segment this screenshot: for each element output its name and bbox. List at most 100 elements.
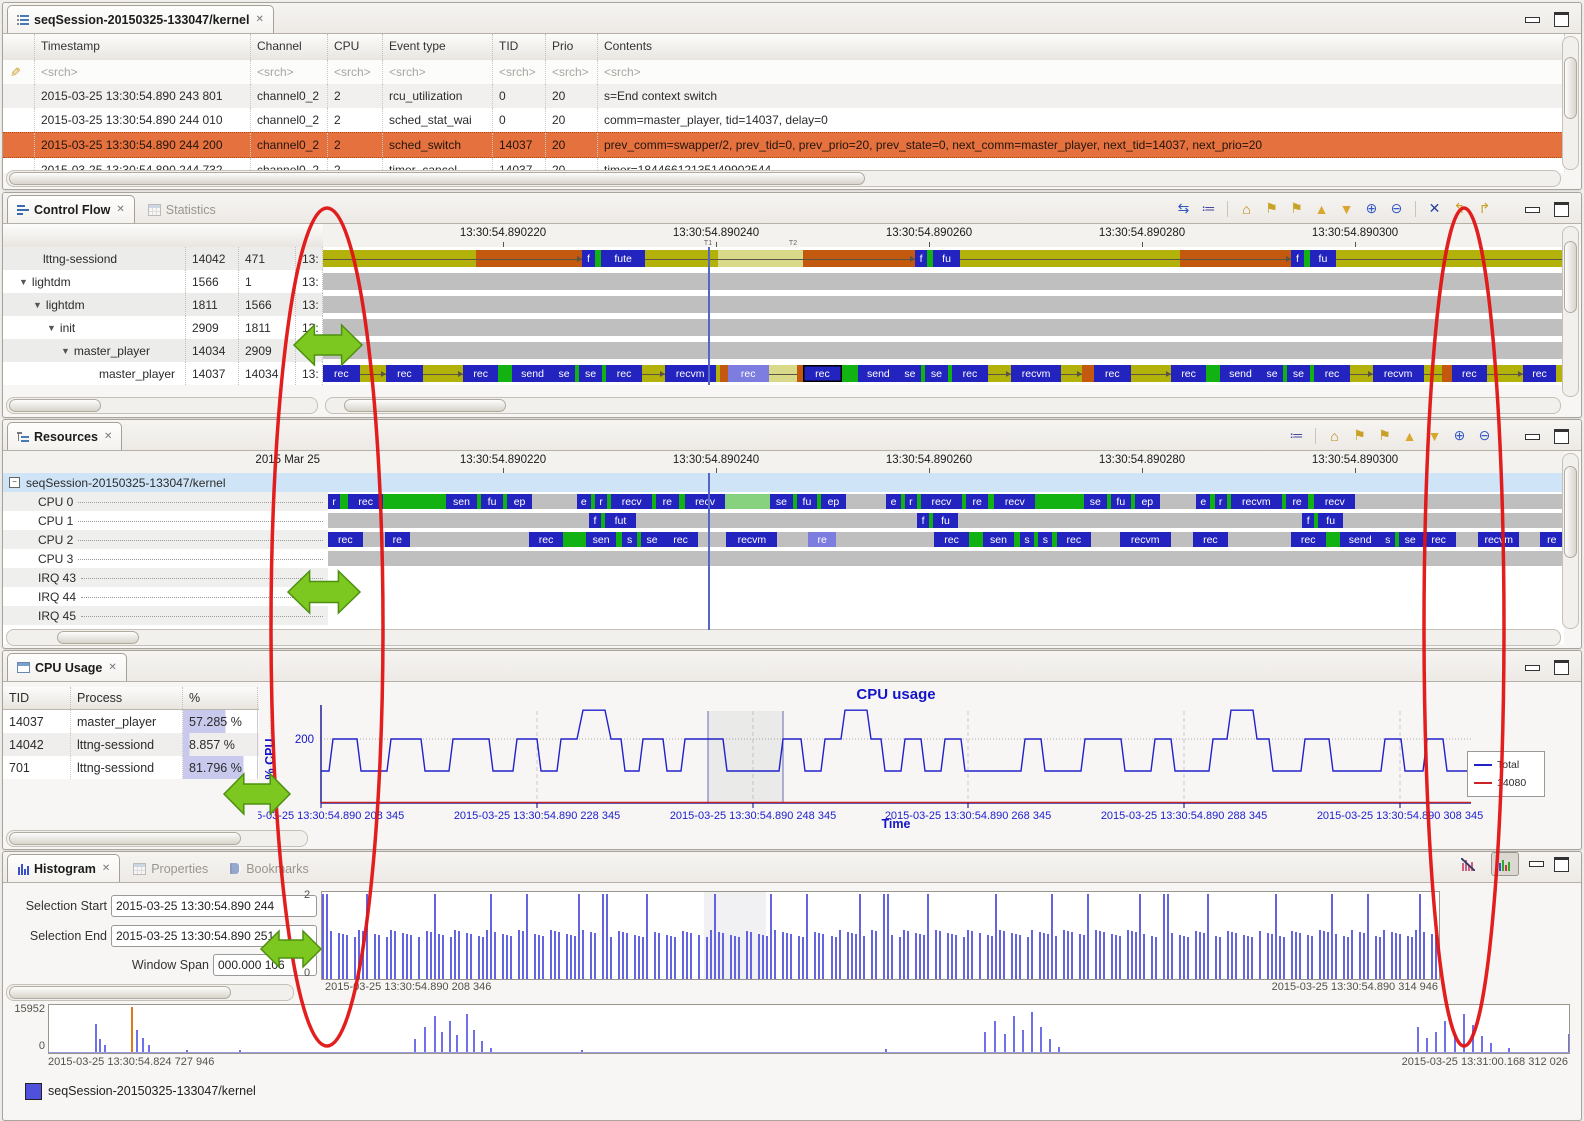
state-segment[interactable] (1350, 365, 1372, 382)
tab-statistics[interactable]: Statistics (139, 196, 225, 223)
state-segment[interactable]: rec (803, 365, 842, 382)
state-segment[interactable]: se (1261, 365, 1283, 382)
resource-row[interactable]: CPU 0 (3, 492, 328, 511)
show-view-filters-icon[interactable]: ≔ (1285, 425, 1308, 446)
process-tree-row[interactable]: ▼lightdm1566113: (3, 270, 323, 293)
state-segment[interactable] (1442, 365, 1452, 382)
previous-marker-icon[interactable]: ⚑ (1348, 425, 1371, 446)
state-segment[interactable] (645, 250, 717, 267)
state-segment[interactable] (1355, 494, 1564, 509)
cf-tree-hscrollbar[interactable] (6, 397, 318, 414)
state-segment[interactable] (842, 365, 858, 382)
state-segment[interactable]: rec (1094, 365, 1131, 382)
state-segment[interactable] (1171, 532, 1193, 547)
state-segment[interactable] (1326, 532, 1340, 547)
column-header[interactable]: Contents (598, 34, 1565, 60)
histogram-hscrollbar[interactable] (6, 984, 294, 1001)
state-segment[interactable]: r (905, 494, 917, 509)
state-segment[interactable]: fu (1310, 250, 1336, 267)
minimize-button[interactable] (1525, 17, 1540, 23)
state-segment[interactable]: s (1020, 532, 1034, 547)
res-vscrollbar[interactable] (1562, 453, 1579, 629)
full-range-histogram-plot[interactable] (48, 1004, 1570, 1054)
state-segment[interactable]: rec (529, 532, 564, 547)
state-segment[interactable] (498, 365, 512, 382)
reset-zoom-icon[interactable]: ⌂ (1323, 425, 1346, 446)
state-segment[interactable]: r (595, 494, 607, 509)
state-segment[interactable]: re (385, 532, 409, 547)
state-segment[interactable]: re (656, 494, 678, 509)
tab-properties[interactable]: Properties (124, 855, 217, 882)
follow-time-fwd-icon[interactable]: ↱ (1473, 198, 1496, 219)
state-segment[interactable]: e (577, 494, 591, 509)
state-segment[interactable]: e (1196, 494, 1210, 509)
state-segment[interactable]: rec (1314, 365, 1351, 382)
state-segment[interactable] (1487, 365, 1524, 382)
maximize-button[interactable] (1554, 202, 1569, 217)
state-segment[interactable]: f (915, 250, 927, 267)
state-segment[interactable]: rec (386, 365, 423, 382)
state-segment[interactable]: recv (994, 494, 1035, 509)
process-tree-row[interactable]: lttng-sessiond1404247113: (3, 247, 323, 270)
selection-start-input[interactable]: 2015-03-25 13:30:54.890 244 (111, 895, 317, 917)
res-trace-root-row[interactable]: − seqSession-20150325-133047/kernel (3, 473, 1564, 492)
move-down-icon[interactable]: ▼ (1423, 425, 1446, 446)
minimize-button[interactable] (1525, 434, 1540, 440)
selection-end-input[interactable]: 2015-03-25 13:30:54.890 251 (111, 925, 317, 947)
state-segment[interactable]: recv (1314, 494, 1355, 509)
state-segment[interactable]: se (1399, 532, 1421, 547)
state-segment[interactable] (323, 319, 1564, 336)
state-segment[interactable] (328, 513, 589, 528)
expander-icon[interactable]: ▼ (61, 346, 70, 356)
state-segment[interactable] (1336, 250, 1564, 267)
state-segment[interactable]: ep (821, 494, 845, 509)
state-segment[interactable]: s (1381, 532, 1395, 547)
events-vscrollbar[interactable] (1562, 36, 1579, 170)
hide-lost-events-button[interactable] (1455, 853, 1481, 875)
state-segment[interactable]: rec (952, 365, 989, 382)
timeline-row[interactable] (328, 549, 1564, 568)
timeline-row[interactable] (323, 339, 1564, 362)
state-segment[interactable]: fut (605, 513, 636, 528)
state-segment[interactable] (383, 494, 446, 509)
process-tree-row[interactable]: master_player140371403413: (3, 362, 323, 385)
close-icon[interactable]: ✕ (255, 14, 263, 25)
expander-icon[interactable]: ▼ (47, 323, 56, 333)
timeline-row[interactable] (323, 293, 1564, 316)
state-segment[interactable]: se (770, 494, 792, 509)
state-segment[interactable]: e (886, 494, 900, 509)
table-row[interactable]: 2015-03-25 13:30:54.890 243 801channel0_… (3, 84, 1565, 108)
state-segment[interactable]: rec (463, 365, 498, 382)
zoom-in-icon[interactable]: ⊕ (1360, 198, 1383, 219)
state-segment[interactable] (328, 551, 1564, 566)
zoom-out-icon[interactable]: ⊖ (1473, 425, 1496, 446)
timeline-row[interactable] (328, 606, 1564, 625)
cpu-usage-chart[interactable]: CPU usage% CPU2002015-03-25 13:30:54.890… (258, 679, 1582, 829)
state-segment[interactable] (323, 250, 476, 267)
state-segment[interactable] (328, 570, 1564, 585)
align-views-icon[interactable]: ⇆ (1172, 198, 1195, 219)
collapse-icon[interactable]: − (9, 477, 20, 488)
state-segment[interactable]: f (1291, 250, 1303, 267)
minimize-button[interactable] (1525, 665, 1540, 671)
state-segment[interactable]: send (858, 365, 899, 382)
state-segment[interactable]: recv (921, 494, 962, 509)
state-segment[interactable] (1061, 365, 1081, 382)
close-icon[interactable]: ✕ (102, 863, 110, 874)
state-segment[interactable]: recvm (1373, 365, 1424, 382)
activate-coloring-button[interactable] (1491, 852, 1519, 876)
maximize-button[interactable] (1554, 660, 1569, 675)
expander-icon[interactable]: ▼ (19, 277, 28, 287)
state-segment[interactable]: fute (601, 250, 646, 267)
minimize-button[interactable] (1525, 207, 1540, 213)
state-segment[interactable] (476, 250, 583, 267)
state-segment[interactable]: se (641, 532, 663, 547)
state-segment[interactable]: recv (611, 494, 652, 509)
state-segment[interactable]: rec (1193, 532, 1228, 547)
state-segment[interactable] (1424, 365, 1442, 382)
state-segment[interactable]: send (1340, 532, 1381, 547)
timeline-row[interactable]: recrecrecsendseserecrecvmrecrecsendseser… (323, 362, 1564, 385)
state-segment[interactable]: re (966, 494, 988, 509)
state-segment[interactable] (1456, 532, 1478, 547)
state-segment[interactable] (1206, 365, 1220, 382)
